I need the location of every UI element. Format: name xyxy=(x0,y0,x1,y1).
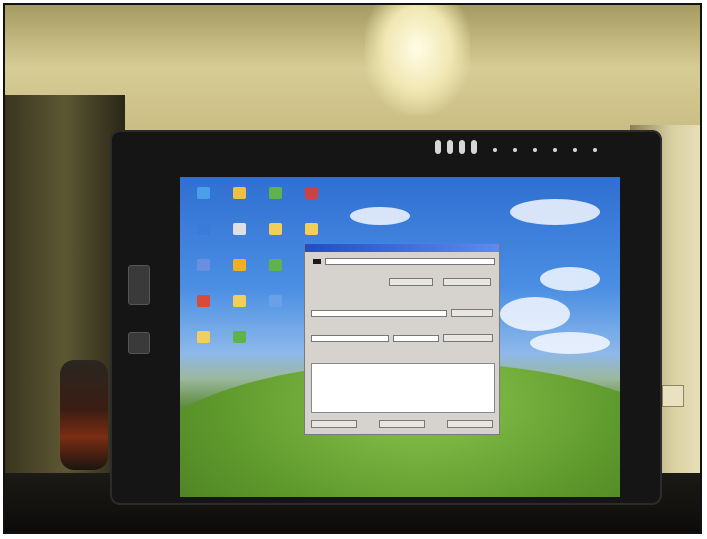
icon-7-glyph xyxy=(268,223,282,235)
icon-13-glyph xyxy=(196,295,210,307)
footer-left-button[interactable] xyxy=(311,420,357,428)
desktop-icon-5[interactable] xyxy=(184,223,222,253)
printer-icon xyxy=(313,259,321,264)
desktop-icon-3[interactable] xyxy=(256,187,294,217)
desktop-icon-11[interactable] xyxy=(256,259,294,289)
background-bag xyxy=(60,360,108,470)
function-select[interactable] xyxy=(311,310,447,317)
mode-button-a[interactable] xyxy=(389,278,433,286)
execute-button[interactable] xyxy=(451,309,493,317)
icon-1-glyph xyxy=(196,187,210,199)
tablet-screen xyxy=(180,177,620,497)
icon-18-glyph xyxy=(232,331,246,343)
icon-10-glyph xyxy=(232,259,246,271)
icon-8-glyph xyxy=(304,223,318,235)
desktop-icon-14[interactable] xyxy=(220,295,258,325)
icon-3-glyph xyxy=(268,187,282,199)
desktop-icon-2[interactable] xyxy=(220,187,258,217)
parameter-select[interactable] xyxy=(311,335,389,342)
icon-5-glyph xyxy=(196,223,210,235)
icon-17-glyph xyxy=(196,331,210,343)
tablet-device xyxy=(110,130,662,505)
icon-4-glyph xyxy=(304,187,318,199)
icon-2-glyph xyxy=(232,187,246,199)
desktop-icon-9[interactable] xyxy=(184,259,222,289)
mode-button-b[interactable] xyxy=(443,278,491,286)
icon-14-glyph xyxy=(232,295,246,307)
desktop-icon-13[interactable] xyxy=(184,295,222,325)
dialog-titlebar xyxy=(305,244,499,252)
icon-9-glyph xyxy=(196,259,210,271)
footer-right-button[interactable] xyxy=(447,420,493,428)
icon-11-glyph xyxy=(268,259,282,271)
change-parameter-button[interactable] xyxy=(443,334,493,342)
desktop-icon-15[interactable] xyxy=(256,295,294,325)
desktop-icon-4[interactable] xyxy=(292,187,330,217)
footer-middle-button[interactable] xyxy=(379,420,425,428)
desktop-icon-6[interactable] xyxy=(220,223,258,253)
desktop-icon-18[interactable] xyxy=(220,331,258,361)
printer-select[interactable] xyxy=(325,258,495,265)
icon-6-glyph xyxy=(232,223,246,235)
desktop-icon-10[interactable] xyxy=(220,259,258,289)
status-log xyxy=(311,363,495,413)
wall-outlet xyxy=(662,385,684,407)
parameter-value[interactable] xyxy=(393,335,439,342)
desktop-icon-7[interactable] xyxy=(256,223,294,253)
tablet-side-button-small[interactable] xyxy=(128,332,150,354)
left-wall xyxy=(5,95,125,532)
photo-frame xyxy=(3,3,702,534)
desktop-icon-1[interactable] xyxy=(184,187,222,217)
icon-15-glyph xyxy=(268,295,282,307)
ceiling-lamp xyxy=(365,5,470,115)
tablet-vents xyxy=(435,140,625,156)
desktop-icon-17[interactable] xyxy=(184,331,222,361)
app-dialog xyxy=(304,243,500,435)
tablet-side-button[interactable] xyxy=(128,265,150,305)
